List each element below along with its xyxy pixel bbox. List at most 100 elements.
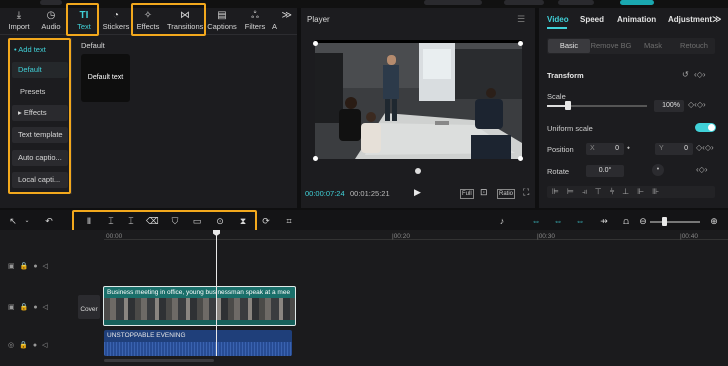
total-time: 00:01:25:21 <box>350 189 390 198</box>
subtab-retouch[interactable]: Retouch <box>674 39 714 53</box>
tool-import[interactable]: ⤓ Import <box>2 10 36 32</box>
scale-slider-thumb[interactable] <box>565 101 571 110</box>
subtab-basic[interactable]: Basic <box>548 39 590 53</box>
project-pill[interactable] <box>424 0 482 5</box>
caption-track-icon[interactable]: ⩍ <box>619 216 633 226</box>
subtab-mask[interactable]: Mask <box>632 39 674 53</box>
sidebar-item-presets[interactable]: Presets <box>20 87 45 96</box>
rotate-clip-icon[interactable]: ⟳ <box>261 216 271 226</box>
uniform-scale-toggle[interactable] <box>695 123 716 132</box>
scale-value-field[interactable]: 100% <box>654 100 684 112</box>
sidebar-item-local-captions[interactable]: Local capti... <box>12 172 68 188</box>
reset-icon[interactable]: ↺ <box>682 70 689 79</box>
track-controls-1[interactable]: ▣🔒●◁ <box>8 262 53 270</box>
split-icon[interactable]: Ⅱ <box>84 216 94 226</box>
tool-stickers[interactable]: ◔ Stickers <box>99 10 133 32</box>
undo-icon[interactable]: ↶ <box>44 216 54 226</box>
text-icon: TI <box>79 10 89 21</box>
zoom-out-icon[interactable]: ⊖ <box>638 216 648 226</box>
zoom-in-icon[interactable]: ⊕ <box>709 216 719 226</box>
sidebar-item-effects[interactable]: ▸ Effects <box>12 105 68 121</box>
tab-adjustment[interactable]: Adjustment <box>668 15 712 24</box>
video-frame-image <box>315 43 522 159</box>
rotate-value-field[interactable]: 0.0° <box>586 165 624 177</box>
tab-animation[interactable]: Animation <box>617 15 656 24</box>
ratio-button[interactable]: Ratio <box>497 189 516 199</box>
sidebar-item-text-template[interactable]: Text template <box>12 127 68 143</box>
keyframe-nav-icon[interactable]: ‹◇› <box>694 70 705 79</box>
tab-video-underline <box>547 27 567 29</box>
tool-text-label: Text <box>77 22 91 31</box>
export-pill[interactable] <box>620 0 654 5</box>
crop-icon[interactable]: ⌗ <box>284 216 294 226</box>
time-ruler[interactable] <box>104 230 728 240</box>
menu-pill[interactable] <box>40 0 62 5</box>
position-x-label: X <box>590 145 595 152</box>
rotate-dial-icon[interactable]: • <box>652 164 664 176</box>
split-right-icon[interactable]: ⌶ <box>126 216 136 226</box>
resize-handle-tl[interactable] <box>313 41 318 46</box>
zoom-slider-track[interactable] <box>650 221 700 223</box>
resize-handle-bl[interactable] <box>313 156 318 161</box>
marker-icon[interactable]: ⛉ <box>170 216 180 226</box>
rotate-label: Rotate <box>547 167 570 176</box>
tool-transitions[interactable]: ⋈ Transitions <box>167 10 203 32</box>
resize-handle-tr[interactable] <box>518 41 523 46</box>
player-title: Player <box>307 15 330 24</box>
video-preview[interactable] <box>315 43 522 159</box>
full-quality-button[interactable]: Full <box>460 189 474 199</box>
position-x-field[interactable]: X 0 <box>586 143 624 155</box>
player-menu-icon[interactable]: ☰ <box>517 14 525 25</box>
preview-axis-icon[interactable]: ⇸ <box>597 216 611 226</box>
tool-stickers-label: Stickers <box>102 22 130 31</box>
resize-handle-br[interactable] <box>518 156 523 161</box>
tool-captions[interactable]: ▤ Captions <box>205 10 239 32</box>
sidebar-item-auto-captions[interactable]: Auto captio... <box>12 150 68 166</box>
zoom-slider-thumb[interactable] <box>662 217 667 226</box>
chevron-double-right-icon[interactable]: ≫ <box>712 14 721 25</box>
tool-audio[interactable]: ◷ Audio <box>34 10 68 32</box>
tab-speed[interactable]: Speed <box>580 15 604 24</box>
shortcut-pill[interactable] <box>558 0 594 5</box>
microphone-icon[interactable]: ♪ <box>497 216 507 226</box>
alignment-bar[interactable]: ⊫⊨⫣⊤⫩⊥⊩⊪ <box>547 186 715 198</box>
linkage-icon[interactable]: ⇔ <box>573 216 587 226</box>
video-clip[interactable]: Business meeting in office, young busine… <box>103 286 296 326</box>
position-x-stepper[interactable]: ⬩ <box>627 143 630 153</box>
sidebar-item-default[interactable]: Default <box>12 62 68 78</box>
sidebar-add-text[interactable]: • Add text <box>14 45 46 54</box>
mirror-icon[interactable]: ⧗ <box>238 216 248 226</box>
tool-text[interactable]: TI Text <box>67 10 101 32</box>
select-cursor-icon[interactable]: ↖ <box>8 216 18 226</box>
main-track-magnet-icon[interactable]: ⇔ <box>529 216 543 226</box>
audio-clip[interactable]: UNSTOPPABLE EVENING <box>104 330 292 356</box>
cover-button[interactable]: Cover <box>78 295 100 319</box>
tab-video[interactable]: Video <box>547 15 569 24</box>
track-controls-3[interactable]: ◎🔒●◁ <box>8 341 52 349</box>
rotate-handle[interactable] <box>415 168 421 174</box>
tool-more[interactable]: ≫ A <box>266 10 294 32</box>
subtab-remove-bg[interactable]: Remove BG <box>590 39 632 53</box>
tool-effects[interactable]: ✧ Effects <box>131 10 165 32</box>
scale-keyframe-icon[interactable]: ◇‹◇› <box>688 100 706 109</box>
timeline-scrollbar[interactable] <box>104 359 214 362</box>
rotate-keyframe-icon[interactable]: ‹◇› <box>696 165 707 174</box>
scale-slider-fill <box>547 105 567 107</box>
auto-snap-icon[interactable]: ⇔ <box>551 216 565 226</box>
track-controls-2[interactable]: ▣🔒●◁ <box>8 303 53 311</box>
default-text-card[interactable]: Default text <box>81 54 130 102</box>
delete-icon[interactable]: ⌫ <box>146 216 159 226</box>
plan-pill[interactable] <box>504 0 544 5</box>
reverse-play-icon[interactable]: ⊙ <box>215 216 225 226</box>
tool-transitions-label: Transitions <box>167 22 204 31</box>
chevron-down-icon[interactable]: ⌄ <box>22 216 32 226</box>
position-keyframe-icon[interactable]: ◇‹◇› <box>696 143 714 152</box>
fullscreen-icon[interactable]: ⛶ <box>523 187 529 198</box>
position-y-field[interactable]: Y 0 <box>655 143 693 155</box>
play-icon[interactable]: ▶ <box>414 187 421 198</box>
split-left-icon[interactable]: ⌶ <box>106 216 116 226</box>
freeze-icon[interactable]: ▭ <box>192 216 202 226</box>
playhead-line[interactable] <box>216 231 217 356</box>
fit-screen-icon[interactable]: ⊡ <box>480 187 488 198</box>
captions-icon: ▤ <box>217 10 227 21</box>
